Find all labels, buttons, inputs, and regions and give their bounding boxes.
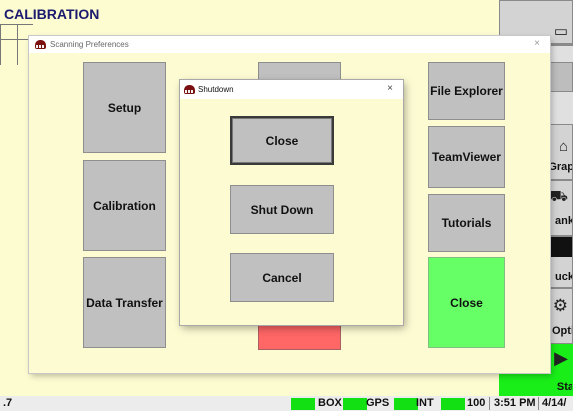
status-divider: [538, 397, 539, 410]
play-icon: ▶: [554, 348, 568, 368]
shut-down-button[interactable]: Shut Down: [230, 185, 334, 234]
close-icon[interactable]: ×: [387, 83, 393, 94]
truck-icon: ⛟: [549, 188, 568, 205]
cancel-button[interactable]: Cancel: [230, 253, 334, 302]
status-date: 4/14/: [542, 397, 567, 409]
scanning-preferences-titlebar: Scanning Preferences ×: [29, 36, 550, 53]
status-left-text: .7: [3, 397, 13, 409]
shutdown-dialog: Shutdown × Close Shut Down Cancel: [180, 80, 403, 325]
data-transfer-button[interactable]: Data Transfer: [83, 257, 166, 348]
right-panel-label: Opti: [552, 325, 573, 337]
app-title: CALIBRATION: [4, 6, 100, 22]
status-value: 100: [467, 397, 486, 409]
dialog-title: Shutdown: [198, 85, 234, 94]
calibration-button[interactable]: Calibration: [83, 160, 166, 251]
app-logo-icon: [35, 40, 46, 49]
status-divider: [489, 397, 490, 410]
teamviewer-button[interactable]: TeamViewer: [428, 126, 505, 188]
status-bar: .7 BOX GPS INT 100 3:51 PM 4/14/: [0, 396, 573, 411]
calculator-icon: ▭: [553, 23, 568, 40]
status-box: BOX: [318, 397, 342, 409]
shutdown-titlebar: Shutdown ×: [180, 80, 403, 99]
status-time: 3:51 PM: [494, 397, 536, 409]
int-status-light: [394, 398, 418, 410]
tutorials-button[interactable]: Tutorials: [428, 194, 505, 252]
app-logo-icon: [184, 85, 195, 94]
status-gps: GPS: [366, 397, 390, 409]
status-int: INT: [416, 397, 434, 409]
right-panel-label: Sta: [556, 381, 573, 393]
right-panel-label: Grap: [548, 161, 573, 173]
gps-status-light: [343, 398, 367, 410]
red-button[interactable]: [258, 324, 341, 350]
right-panel-label: ank: [555, 215, 573, 227]
graph-icon: ⌂: [558, 138, 568, 155]
close-icon[interactable]: ×: [534, 38, 540, 49]
right-panel-label: uck: [555, 271, 573, 283]
dialog-close-button[interactable]: Close: [230, 116, 334, 165]
gear-icon: ⚙: [552, 296, 568, 315]
window-title: Scanning Preferences: [50, 40, 129, 49]
value-status-light: [441, 398, 465, 410]
close-button[interactable]: Close: [428, 257, 505, 348]
box-status-light: [291, 398, 315, 410]
file-explorer-button[interactable]: File Explorer: [428, 62, 505, 120]
setup-button[interactable]: Setup: [83, 62, 166, 153]
